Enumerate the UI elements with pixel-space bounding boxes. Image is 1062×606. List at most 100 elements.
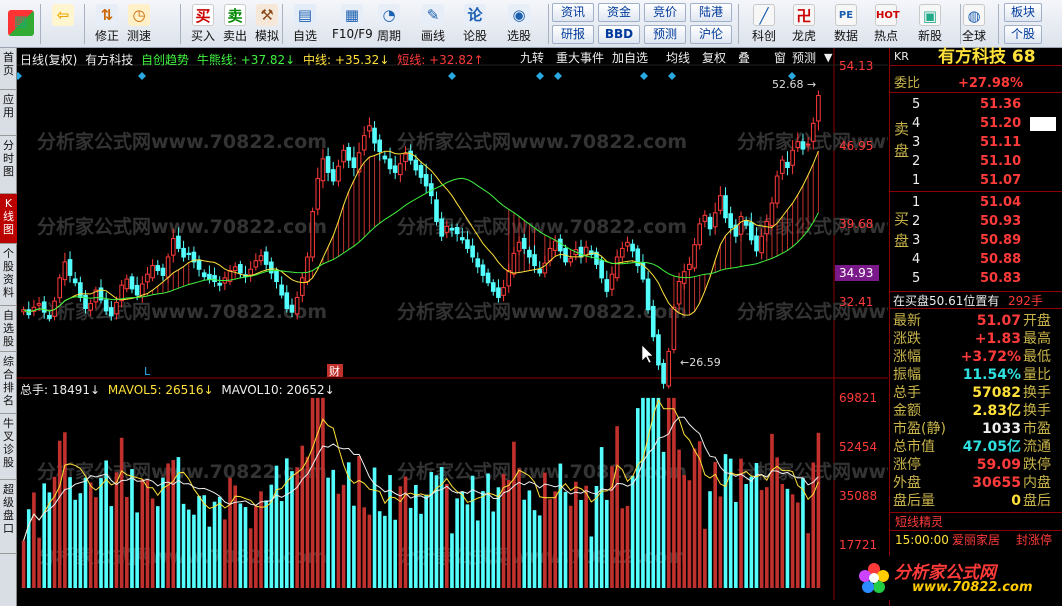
text-button-1-2[interactable]: 预测 — [644, 25, 686, 44]
left-tab-6[interactable]: 综合排名 — [0, 352, 17, 414]
hammer-icon-button[interactable]: ⚒ 模拟 — [252, 2, 282, 46]
volume-bar — [1030, 155, 1056, 169]
dropdown-arrow-icon[interactable]: ▼ — [824, 51, 832, 64]
watermark-text: 分析家公式网www.70822.com — [397, 300, 687, 323]
volume-bar — [42, 483, 47, 588]
sell-level-row: 3 51.11 — [890, 134, 1062, 152]
stat-row: 振幅 11.54% 量比 — [890, 366, 1062, 384]
left-tab-0[interactable]: 首页 — [0, 48, 17, 90]
volume-bar — [212, 501, 217, 588]
sell-icon-button[interactable]: 卖卖出 — [220, 2, 250, 46]
candle-body — [186, 252, 192, 256]
text-button-1-3[interactable]: 沪伦 — [690, 25, 732, 44]
chart-btn-3[interactable]: 均线 — [666, 51, 690, 67]
candle-body — [650, 305, 656, 338]
text-button-0-1[interactable]: 资金 — [598, 3, 640, 22]
stock-picker-icon-button[interactable]: ◉ 选股 — [504, 2, 534, 46]
chart-btn-1[interactable]: 重大事件 — [556, 51, 604, 67]
left-tab-3[interactable]: K线图 — [0, 194, 17, 244]
globe-button[interactable]: ◍ 全球 — [956, 2, 992, 46]
hot-button[interactable]: HOT 热点 — [868, 2, 904, 46]
candle-body — [232, 266, 238, 271]
stat-label-2: 最低 — [1023, 349, 1051, 365]
chart-btn-0[interactable]: 九转 — [520, 51, 544, 67]
candle-body — [723, 195, 728, 219]
stock-full-name: 有方科技 68 — [938, 47, 1036, 67]
back-arrow-icon-button[interactable]: ⇦ — [48, 2, 78, 46]
indicator-name[interactable]: 自创趋势 — [141, 53, 189, 67]
volume-bar — [661, 451, 666, 588]
document-icon-button[interactable]: ▦ F10/F9 — [332, 2, 373, 46]
left-tab-5[interactable]: 自选股 — [0, 306, 17, 352]
chart-btn-4[interactable]: 复权 — [702, 51, 726, 67]
left-tab-1[interactable]: 应用 — [0, 90, 17, 136]
kline-chart-svg: 分析家公式网www.70822.com 分析家公式网www.70822.com 分析… — [14, 48, 1027, 600]
watermark-text: 分析家公式网www.70822.com — [37, 130, 327, 153]
volume-bar — [362, 507, 367, 588]
chart-btn-5[interactable]: 叠 — [738, 51, 750, 67]
left-tab-8[interactable]: 超级盘口 — [0, 480, 17, 554]
volume-bar — [264, 500, 268, 588]
windows-logo-icon-button[interactable]: ▦ — [6, 2, 36, 46]
new-stock-icon: ▣ — [919, 4, 941, 26]
text-button-stock[interactable]: 个股 — [1004, 25, 1042, 44]
clock-icon-button[interactable]: ◷ 测速 — [124, 2, 154, 46]
volume-bar — [548, 499, 552, 588]
text-button-sector[interactable]: 板块 — [1004, 3, 1042, 22]
volume-bar — [119, 437, 124, 588]
candle-body — [263, 251, 269, 265]
volume-bar — [589, 536, 594, 588]
stat-label: 总手 — [893, 385, 921, 401]
stat-label-2: 盘后 — [1023, 493, 1051, 509]
pe-button[interactable]: PE 数据 — [828, 2, 864, 46]
candle-body — [434, 199, 439, 222]
candle-body — [134, 284, 140, 296]
new-stock-button[interactable]: ▣ 新股 — [912, 2, 948, 46]
volume-bar — [68, 477, 72, 588]
volume-bar — [749, 476, 754, 588]
toolbar-label: 买入 — [190, 29, 215, 43]
chart-button[interactable]: ╱ 科创 — [746, 2, 782, 46]
chart-btn-6[interactable]: 窗 — [774, 51, 786, 67]
kline-chart-area[interactable]: 分析家公式网www.70822.com 分析家公式网www.70822.com 分析… — [14, 48, 1027, 600]
left-tab-4[interactable]: 个股资料 — [0, 244, 17, 306]
cycle-icon-button[interactable]: ◔ 周期 — [374, 2, 404, 46]
text-button-0-2[interactable]: 竞价 — [644, 3, 686, 22]
chart-btn-2[interactable]: 加自选 — [612, 51, 648, 67]
candle-body — [728, 213, 733, 229]
stat-label-2: 开盘 — [1023, 313, 1051, 329]
left-tab-7[interactable]: 牛叉诊股 — [0, 414, 17, 480]
volume-axis-label: 17721 — [839, 538, 877, 552]
toolbar-label: 选股 — [506, 29, 531, 43]
volume-bar — [346, 462, 351, 588]
volume-bar — [744, 483, 748, 588]
stat-label-2: 流通 — [1023, 439, 1051, 455]
text-button-0-0[interactable]: 资讯 — [552, 3, 594, 22]
elf-item-row[interactable]: 15:00:00 爱丽家居 封涨停 — [890, 530, 1062, 548]
text-button-1-0[interactable]: 研报 — [552, 25, 594, 44]
stock-code: KR — [894, 50, 909, 63]
text-button-0-3[interactable]: 陆港 — [690, 3, 732, 22]
candle-body — [160, 267, 166, 276]
pencil-icon-button[interactable]: ✎ 画线 — [418, 2, 448, 46]
volume-bar — [816, 432, 821, 588]
left-tab-2[interactable]: 分时图 — [0, 136, 17, 194]
candle-body — [341, 149, 346, 163]
candle-body — [764, 220, 770, 235]
candle-body — [124, 278, 130, 290]
volume-bar — [527, 490, 532, 588]
discuss-icon-button[interactable]: 论论股 — [460, 2, 490, 46]
candle-body — [490, 282, 496, 292]
chart-btn-7[interactable]: 预测 — [792, 51, 816, 67]
volume-bar — [326, 477, 330, 588]
folder-icon-button[interactable]: ▤ 自选 — [290, 2, 320, 46]
volume-bar — [615, 426, 619, 588]
logo-url: www.70822.com — [912, 580, 1033, 595]
dragon-button[interactable]: 卍龙虎 — [786, 2, 822, 46]
up-down-arrows-icon-button[interactable]: ⇅ 修正 — [92, 2, 122, 46]
buy-icon-button[interactable]: 买买入 — [188, 2, 218, 46]
elf-title-row[interactable]: 短线精灵 — [890, 512, 1062, 530]
text-button-1-1[interactable]: BBD — [598, 25, 640, 44]
low-price-label: ←26.59 — [680, 356, 721, 369]
candle-body — [743, 220, 749, 226]
